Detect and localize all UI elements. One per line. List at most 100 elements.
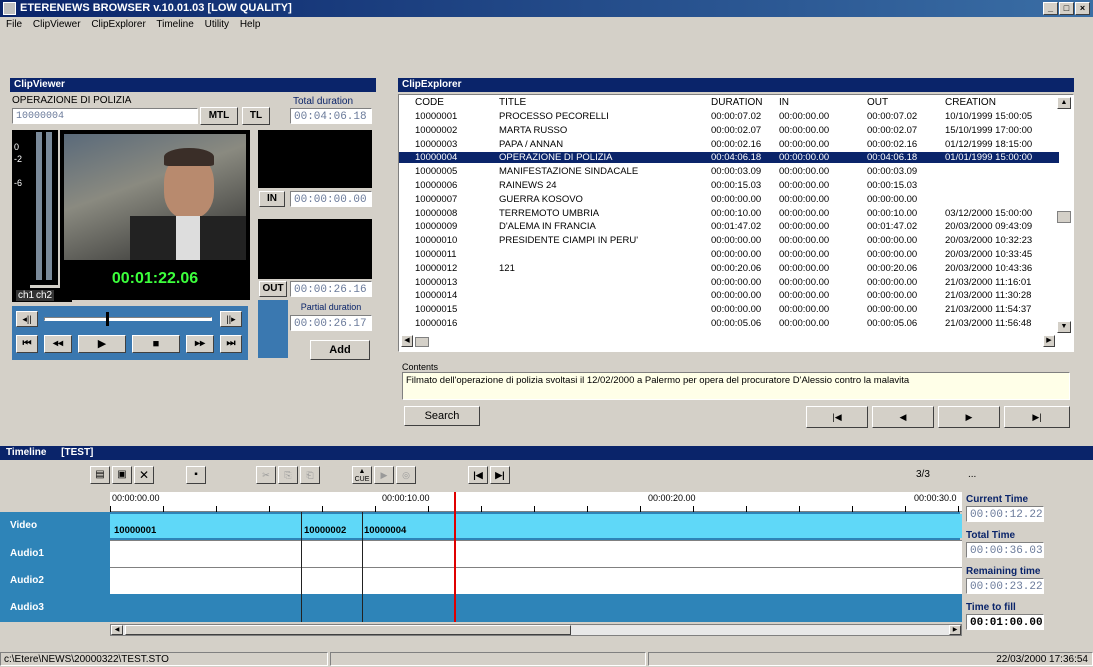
table-cell: 10000011 xyxy=(415,249,457,260)
cue-button[interactable]: ▲ CUE xyxy=(352,466,372,484)
save-icon[interactable]: ▣ xyxy=(112,466,132,484)
playhead[interactable] xyxy=(454,492,456,622)
table-row[interactable]: 10000004 OPERAZIONE DI POLIZIA 00:04:06.18… xyxy=(399,152,1059,164)
audio2-track[interactable] xyxy=(110,567,962,594)
menu-clipexplorer[interactable]: ClipExplorer xyxy=(91,19,145,30)
out-button[interactable]: OUT xyxy=(259,281,287,297)
menu-clipviewer[interactable]: ClipViewer xyxy=(33,19,81,30)
menu-help[interactable]: Help xyxy=(240,19,261,30)
table-cell: GUERRA KOSOVO xyxy=(499,193,583,205)
go-start-button[interactable]: ⏮ xyxy=(16,335,38,353)
timeline-scrollbar[interactable]: ◀ ▶ xyxy=(110,624,962,636)
table-cell: 01/01/1999 15:00:00 xyxy=(945,152,1033,164)
clip-10000004[interactable]: 10000004 xyxy=(364,525,406,536)
close-button[interactable]: × xyxy=(1075,2,1090,15)
menu-file[interactable]: File xyxy=(6,19,22,30)
tl-button[interactable]: TL xyxy=(242,107,270,125)
cut-icon[interactable]: ✂ xyxy=(256,466,276,484)
timeline-scroll-left[interactable]: ◀ xyxy=(111,625,123,635)
track-audio1-label: Audio1 xyxy=(0,540,110,567)
col-in[interactable]: IN xyxy=(779,97,789,108)
table-row[interactable]: 10000010 PRESIDENTE CIAMPI IN PERU' 00:00:… xyxy=(399,235,1059,246)
scroll-down-button[interactable]: ▼ xyxy=(1057,321,1071,333)
menu-utility[interactable]: Utility xyxy=(205,19,229,30)
audio1-track[interactable] xyxy=(110,540,962,567)
jog-slider[interactable] xyxy=(44,317,212,321)
stop-icon[interactable]: ▪ xyxy=(186,466,206,484)
maximize-button[interactable]: □ xyxy=(1059,2,1074,15)
vertical-scroll-thumb[interactable] xyxy=(1057,211,1071,223)
jog-slider-handle[interactable] xyxy=(106,312,109,326)
delete-icon[interactable]: ✕ xyxy=(134,466,154,484)
paste-icon[interactable]: ⎗ xyxy=(300,466,320,484)
stop-button[interactable]: ■ xyxy=(132,335,180,353)
col-duration[interactable]: DURATION xyxy=(711,97,762,108)
table-row[interactable]: 10000005 MANIFESTAZIONE SINDACALE 00:00:03… xyxy=(399,166,1059,177)
table-row[interactable]: 10000016 00:00:05.06 00:00:00.00 00:00:05.0… xyxy=(399,318,1059,329)
out-timecode-field[interactable]: 00:00:26.16 xyxy=(290,281,372,297)
horizontal-scroll-thumb[interactable] xyxy=(415,337,429,347)
table-row[interactable]: 10000012 121 00:00:20.06 00:00:00.00 00:00:2… xyxy=(399,263,1059,274)
frame-back-button[interactable]: ◂|| xyxy=(16,311,38,327)
col-creation[interactable]: CREATION xyxy=(945,97,996,108)
first-record-button[interactable]: |◀ xyxy=(806,406,868,428)
table-row[interactable]: 10000001 PROCESSO PECORELLI 00:00:07.02 00:… xyxy=(399,111,1059,122)
clip-table[interactable]: CODE TITLE DURATION IN OUT CREATION 1000… xyxy=(398,94,1074,352)
scroll-right-button[interactable]: ▶ xyxy=(1043,335,1055,347)
mtl-button[interactable]: MTL xyxy=(200,107,238,125)
table-cell: OPERAZIONE DI POLIZIA xyxy=(499,152,613,164)
play-cue-icon[interactable]: ▶ xyxy=(374,466,394,484)
timeline-header: Timeline [TEST] xyxy=(0,446,1093,460)
minimize-button[interactable]: _ xyxy=(1043,2,1058,15)
copy-icon[interactable]: ⎘ xyxy=(278,466,298,484)
last-record-button[interactable]: ▶| xyxy=(1004,406,1070,428)
timeline-scroll-thumb[interactable] xyxy=(125,625,571,635)
table-row[interactable]: 10000009 D'ALEMA IN FRANCIA 00:01:47.02 00:… xyxy=(399,221,1059,232)
video-track[interactable] xyxy=(110,514,962,538)
scroll-up-button[interactable]: ▲ xyxy=(1057,97,1071,109)
col-code[interactable]: CODE xyxy=(415,97,444,108)
audio3-track[interactable] xyxy=(110,594,962,622)
loop-icon[interactable]: ◎ xyxy=(396,466,416,484)
timeline-ruler[interactable]: 00:00:00.00 00:00:10.00 00:00:20.00 00:0… xyxy=(110,492,962,512)
next-record-button[interactable]: ▶ xyxy=(938,406,1000,428)
in-button[interactable]: IN xyxy=(259,191,285,207)
go-end-button[interactable]: ⏭ xyxy=(220,335,242,353)
contents-textarea[interactable]: Filmato dell'operazione di polizia svolt… xyxy=(402,372,1070,400)
table-row[interactable]: 10000015 00:00:00.00 00:00:00.00 00:00:00.0… xyxy=(399,304,1059,315)
properties-icon[interactable]: ▤ xyxy=(90,466,110,484)
play-button[interactable]: ▶ xyxy=(78,335,126,353)
scroll-left-button[interactable]: ◀ xyxy=(401,335,413,347)
clip-boundary xyxy=(362,512,363,622)
table-cell: 00:00:00.00 xyxy=(867,235,918,247)
fast-forward-button[interactable]: ▸▸ xyxy=(186,335,214,353)
table-row[interactable]: 10000006 RAINEWS 24 00:00:15.03 00:00:00.00… xyxy=(399,180,1059,191)
clip-10000002[interactable]: 10000002 xyxy=(304,525,346,536)
table-cell: 10000015 xyxy=(415,304,458,316)
table-row[interactable]: 10000003 PAPA / ANNAN 00:00:02.16 00:00:00.… xyxy=(399,139,1059,150)
clip-code-field[interactable]: 10000004 xyxy=(12,108,198,124)
frame-forward-button[interactable]: ||▸ xyxy=(220,311,242,327)
clip-10000001[interactable]: 10000001 xyxy=(114,525,156,536)
add-button[interactable]: Add xyxy=(310,340,370,360)
table-row[interactable]: 10000008 TERREMOTO UMBRIA 00:00:10.00 00:00… xyxy=(399,208,1059,219)
contents-label: Contents xyxy=(402,362,439,372)
rewind-button[interactable]: ◂◂ xyxy=(44,335,72,353)
table-row[interactable]: 10000014 00:00:00.00 00:00:00.00 00:00:00.0… xyxy=(399,290,1059,301)
col-out[interactable]: OUT xyxy=(867,97,888,108)
table-row[interactable]: 10000002 MARTA RUSSO 00:00:02.07 00:00:00.0… xyxy=(399,125,1059,136)
table-row[interactable]: 10000013 00:00:00.00 00:00:00.00 00:00:00.0… xyxy=(399,277,1059,288)
table-row[interactable]: 10000011 00:00:00.00 00:00:00.00 00:00:00.0… xyxy=(399,249,1059,260)
menu-timeline[interactable]: Timeline xyxy=(156,19,193,30)
timeline-next-button[interactable]: ▶| xyxy=(490,466,510,484)
table-cell: 21/03/2000 11:54:37 xyxy=(945,304,1032,316)
timeline-prev-button[interactable]: |◀ xyxy=(468,466,488,484)
search-button[interactable]: Search xyxy=(404,406,480,426)
timeline-scroll-right[interactable]: ▶ xyxy=(949,625,961,635)
table-cell: 00:01:47.02 xyxy=(711,221,762,233)
table-cell: 00:00:00.00 xyxy=(779,249,830,260)
col-title[interactable]: TITLE xyxy=(499,97,526,108)
table-row[interactable]: 10000007 GUERRA KOSOVO 00:00:00.00 00:00:00… xyxy=(399,194,1059,205)
prev-record-button[interactable]: ◀ xyxy=(872,406,934,428)
in-timecode-field[interactable]: 00:00:00.00 xyxy=(290,191,372,207)
